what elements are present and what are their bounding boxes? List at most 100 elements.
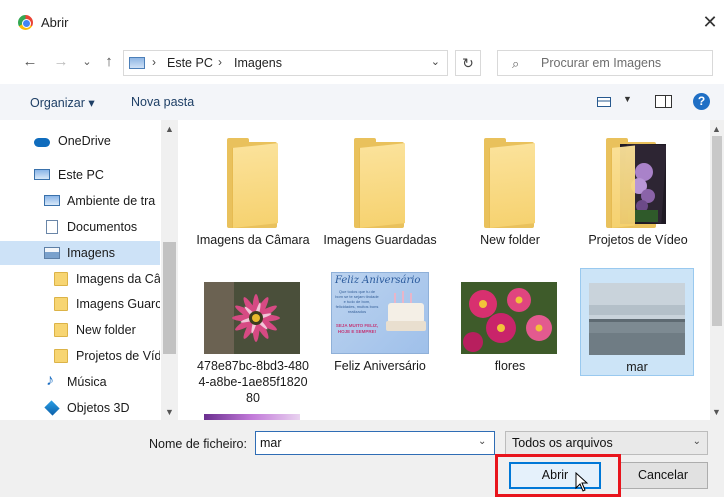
sidebar-item-imagens-da-camara[interactable]: Imagens da Câ (54, 267, 160, 291)
view-options-icon[interactable] (597, 97, 611, 107)
sidebar-item-label: Projetos de Víd (76, 349, 160, 363)
pc-icon (129, 57, 145, 69)
scroll-down-icon[interactable]: ▼ (165, 407, 174, 417)
highlight-box (495, 454, 621, 497)
forward-arrow-icon[interactable]: → (51, 52, 71, 72)
sidebar-item-onedrive[interactable]: OneDrive (34, 129, 178, 153)
sidebar-item-imagens-guardadas[interactable]: Imagens Guarc (54, 292, 160, 316)
chrome-icon (18, 15, 33, 30)
file-label: New folder (480, 233, 540, 247)
birthday-card-thumbnail: Feliz Aniversário Que todos que tu de bo… (331, 272, 429, 354)
file-tile-imagens-da-camara[interactable]: Imagens da Câmara (193, 130, 313, 270)
file-tile-feliz-aniversario[interactable]: Feliz Aniversário Que todos que tu de bo… (320, 272, 440, 412)
sidebar-item-label: New folder (76, 323, 136, 337)
breadcrumb-separator[interactable]: › (152, 55, 156, 69)
scroll-down-icon[interactable]: ▼ (712, 407, 721, 417)
file-tile-mar[interactable]: mar (580, 268, 694, 376)
sidebar-item-label: Este PC (58, 168, 104, 182)
chevron-down-icon[interactable]: ⌄ (431, 55, 440, 68)
music-note-icon: ♪ (46, 372, 54, 389)
sidebar-item-label: Imagens da Câ (76, 272, 160, 286)
view-dropdown-icon[interactable]: ▼ (623, 94, 632, 104)
sidebar-item-documents[interactable]: Documentos (44, 215, 160, 239)
title-bar: Abrir ✕ (0, 0, 724, 46)
pictures-icon (44, 247, 60, 259)
cube-icon (44, 400, 60, 416)
folder-icon (227, 138, 278, 228)
scroll-up-icon[interactable]: ▲ (712, 124, 721, 134)
address-bar[interactable]: › Este PC › Imagens ⌄ (123, 50, 448, 76)
sidebar-item-objetos-3d[interactable]: Objetos 3D (44, 396, 160, 420)
chevron-down-icon: ⌄ (692, 436, 701, 447)
file-tile-projetos-de-video[interactable]: Projetos de Vídeo (578, 130, 698, 270)
breadcrumb-imagens[interactable]: Imagens (234, 56, 282, 70)
up-arrow-icon[interactable]: ↑ (99, 52, 119, 72)
gazania-flower-thumbnail (204, 282, 300, 354)
file-label: Imagens da Câmara (196, 233, 310, 247)
folder-icon (54, 349, 68, 363)
breadcrumb-este-pc[interactable]: Este PC (167, 56, 213, 70)
folder-icon (484, 138, 535, 228)
file-label: mar (626, 360, 648, 374)
search-icon: ⌕ (512, 56, 520, 71)
sidebar-item-label: Ambiente de tra (67, 194, 156, 208)
command-bar: Organizar ▾ Nova pasta ▼ ? (0, 84, 724, 120)
file-type-label: Todos os arquivos (512, 436, 613, 450)
sidebar-item-imagens[interactable]: Imagens (0, 241, 160, 265)
folder-icon (54, 297, 68, 311)
purple-flower-photo (620, 144, 666, 224)
search-box[interactable]: ⌕ Procurar em Imagens (497, 50, 713, 76)
file-label: Feliz Aniversário (334, 359, 426, 373)
file-label: Projetos de Vídeo (588, 233, 688, 247)
content-scrollbar-thumb[interactable] (712, 136, 722, 326)
navigation-pane: OneDrive Este PC Ambiente de tra Documen… (0, 120, 178, 420)
mouse-cursor-icon (575, 472, 589, 492)
sidebar-item-label: Imagens Guarc (76, 297, 160, 311)
desktop-icon (44, 195, 60, 206)
sidebar-item-label: Música (67, 375, 107, 389)
recent-locations-icon[interactable]: ⌄ (77, 52, 97, 72)
sidebar-item-musica[interactable]: ♪ Música (44, 370, 160, 394)
documents-icon (46, 220, 58, 234)
folder-icon (354, 138, 405, 228)
help-icon[interactable]: ? (693, 93, 710, 110)
back-arrow-icon[interactable]: ← (20, 52, 40, 72)
folder-icon (54, 272, 68, 286)
navigation-bar: ← → ⌄ ↑ › Este PC › Imagens ⌄ ↻ ⌕ Procur… (0, 46, 724, 80)
sidebar-item-new-folder[interactable]: New folder (54, 318, 160, 342)
file-tile-imagens-guardadas[interactable]: Imagens Guardadas (320, 130, 440, 270)
folder-icon (54, 323, 68, 337)
cloud-icon (34, 138, 50, 147)
file-label: 478e87bc-8bd3-4804-a8be-1ae85f182080 (197, 359, 309, 405)
new-folder-button[interactable]: Nova pasta (131, 95, 194, 109)
preview-pane-icon[interactable] (655, 95, 672, 108)
sidebar-item-label: Documentos (67, 220, 138, 234)
search-placeholder: Procurar em Imagens (541, 56, 662, 70)
pink-flowers-thumbnail (461, 282, 557, 354)
window-title: Abrir (41, 15, 69, 30)
organize-button[interactable]: Organizar ▾ (30, 95, 95, 110)
scroll-up-icon[interactable]: ▲ (165, 124, 174, 134)
file-tile-478e87bc[interactable]: 478e87bc-8bd3-4804-a8be-1ae85f182080 (193, 272, 313, 412)
file-type-select[interactable]: Todos os arquivos ⌄ (505, 431, 708, 455)
sidebar-item-projetos-de-video[interactable]: Projetos de Víd (54, 344, 160, 368)
cancel-button[interactable]: Cancelar (618, 462, 708, 489)
sidebar-item-desktop[interactable]: Ambiente de tra (44, 189, 160, 213)
file-label: Imagens Guardadas (323, 233, 437, 247)
sidebar-item-label: Objetos 3D (67, 401, 130, 415)
refresh-button[interactable]: ↻ (455, 50, 481, 76)
filename-input[interactable] (255, 431, 495, 455)
file-tile-flores[interactable]: flores (450, 272, 570, 412)
breadcrumb-separator[interactable]: › (218, 55, 222, 69)
sidebar-item-este-pc[interactable]: Este PC (34, 163, 178, 187)
filename-label: Nome de ficheiro: (149, 437, 247, 451)
sidebar-item-label: OneDrive (58, 134, 111, 148)
file-tile-new-folder[interactable]: New folder (450, 130, 570, 270)
pc-icon (34, 169, 50, 180)
close-button[interactable]: ✕ (696, 8, 724, 36)
chevron-down-icon[interactable]: ⌄ (478, 436, 486, 447)
sea-photo-thumbnail (589, 283, 685, 355)
sidebar-scrollbar-thumb[interactable] (163, 242, 176, 354)
file-list: Imagens da Câmara Imagens Guardadas New … (180, 120, 710, 420)
sidebar-item-label: Imagens (67, 246, 115, 260)
